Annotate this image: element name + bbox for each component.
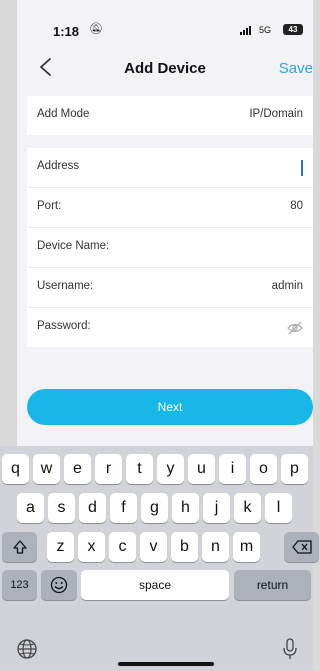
return-key[interactable]: return [234, 570, 311, 600]
eye-off-icon[interactable] [287, 321, 303, 335]
emoji-icon [50, 576, 68, 594]
key-k[interactable]: k [234, 493, 261, 523]
key-x[interactable]: x [78, 532, 105, 562]
key-i[interactable]: i [219, 454, 246, 484]
nav-bar: Add Device Save [17, 52, 313, 84]
key-z[interactable]: z [47, 532, 74, 562]
key-o[interactable]: o [250, 454, 277, 484]
signal-icon [240, 26, 251, 35]
page-title: Add Device [124, 60, 206, 77]
key-m[interactable]: m [233, 532, 260, 562]
key-n[interactable]: n [202, 532, 229, 562]
key-t[interactable]: t [126, 454, 153, 484]
key-l[interactable]: l [265, 493, 292, 523]
key-c[interactable]: c [109, 532, 136, 562]
key-v[interactable]: v [140, 532, 167, 562]
port-label: Port: [37, 200, 62, 212]
username-label: Username: [37, 280, 94, 292]
address-label: Address [37, 160, 80, 172]
status-bar: 1:18 🔕︎ 5G 43 [17, 0, 313, 44]
key-h[interactable]: h [172, 493, 199, 523]
add-mode-value: IP/Domain [249, 108, 303, 120]
microphone-icon[interactable] [282, 637, 298, 661]
key-p[interactable]: p [281, 454, 308, 484]
address-row[interactable]: Address [27, 148, 313, 188]
device-name-label: Device Name: [37, 240, 110, 252]
emoji-key[interactable] [41, 570, 77, 600]
key-a[interactable]: a [17, 493, 44, 523]
bell-muted-icon: 🔕︎ [89, 23, 103, 35]
key-g[interactable]: g [141, 493, 168, 523]
globe-icon[interactable] [16, 638, 38, 660]
username-row[interactable]: Username: admin [27, 268, 313, 308]
home-indicator [118, 662, 214, 666]
password-row[interactable]: Password: [27, 308, 313, 347]
network-type: 5G [259, 25, 272, 35]
keyboard: qwertyuiop asdfghjkl zxcvbnm 123 space r… [0, 446, 319, 671]
status-time: 1:18 [53, 24, 80, 39]
key-j[interactable]: j [203, 493, 230, 523]
add-mode-label: Add Mode [37, 108, 90, 120]
shift-key[interactable] [2, 532, 37, 562]
username-field[interactable]: admin [272, 280, 303, 292]
add-mode-card: Add Mode IP/Domain [27, 96, 313, 135]
save-button[interactable]: Save [279, 60, 313, 77]
device-form-card: Address Port: 80 Device Name: Username: … [27, 148, 313, 347]
key-s[interactable]: s [48, 493, 75, 523]
key-q[interactable]: q [2, 454, 29, 484]
shift-arrow-icon [12, 540, 27, 554]
key-f[interactable]: f [110, 493, 137, 523]
backspace-icon [291, 540, 312, 554]
delete-key[interactable] [284, 532, 319, 562]
key-u[interactable]: u [188, 454, 215, 484]
text-cursor [301, 160, 303, 176]
key-y[interactable]: y [157, 454, 184, 484]
key-e[interactable]: e [64, 454, 91, 484]
next-button[interactable]: Next [27, 389, 313, 425]
key-d[interactable]: d [79, 493, 106, 523]
numbers-key[interactable]: 123 [2, 570, 37, 600]
battery-icon: 43 [283, 24, 303, 35]
add-mode-row[interactable]: Add Mode IP/Domain [27, 96, 313, 135]
port-field[interactable]: 80 [290, 200, 303, 212]
port-row[interactable]: Port: 80 [27, 188, 313, 228]
key-w[interactable]: w [33, 454, 60, 484]
key-b[interactable]: b [171, 532, 198, 562]
key-r[interactable]: r [95, 454, 122, 484]
space-key[interactable]: space [81, 570, 229, 600]
password-label: Password: [37, 320, 91, 332]
device-name-row[interactable]: Device Name: [27, 228, 313, 268]
